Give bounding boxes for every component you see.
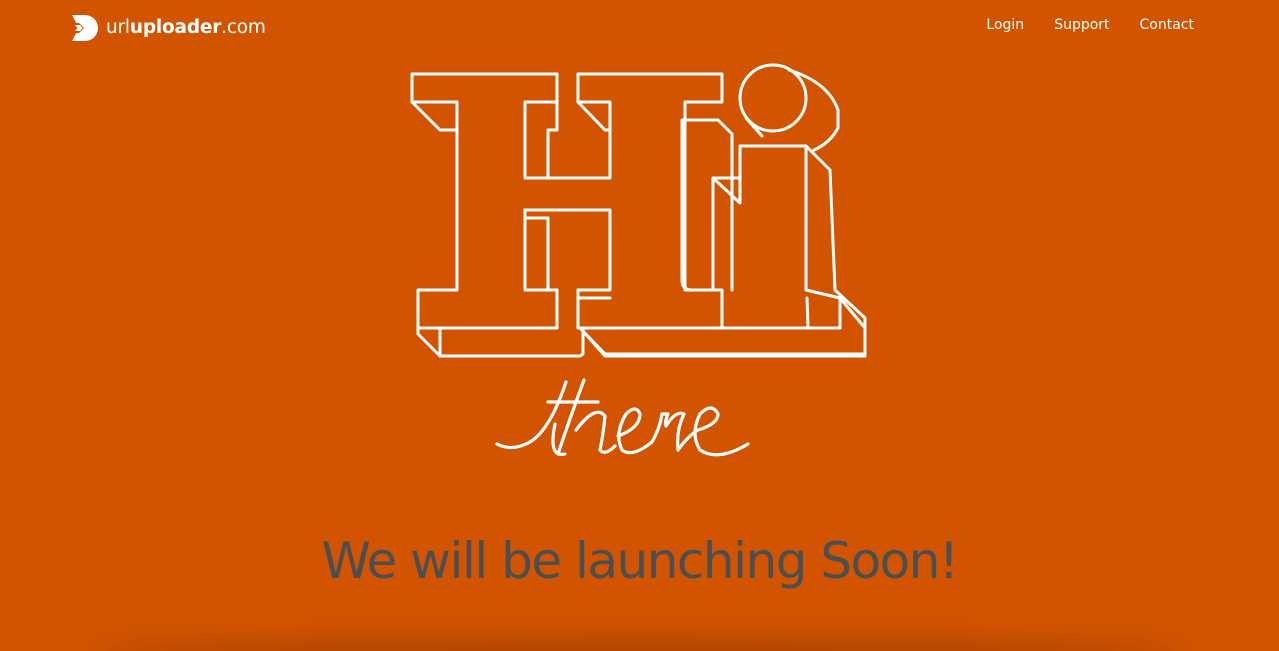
letter-i-stem (680, 118, 842, 330)
launching-soon-headline: We will be launching Soon! (321, 532, 959, 590)
nav-support-link[interactable]: Support (1054, 16, 1109, 34)
brand-wordmark: urluploader.com (106, 13, 266, 43)
h-bevels (410, 100, 612, 358)
hi-there-illustration (400, 58, 880, 468)
brand-home-link[interactable]: urluploader.com (68, 13, 266, 43)
hero-svg (410, 63, 867, 457)
letter-h-outline (410, 72, 724, 330)
top-navbar: urluploader.com Login Support Contact (0, 0, 1279, 56)
arrow-d-logo-icon (69, 15, 98, 41)
main-nav: Login Support Contact (986, 16, 1194, 34)
script-there (495, 378, 750, 457)
brand-suffix: .com (221, 17, 266, 38)
i-dot-extrusion (744, 68, 840, 152)
brand-prefix: url (106, 17, 130, 38)
nav-login-link[interactable]: Login (986, 16, 1024, 34)
brand-name: uploader (129, 17, 222, 38)
nav-contact-link[interactable]: Contact (1140, 16, 1194, 34)
